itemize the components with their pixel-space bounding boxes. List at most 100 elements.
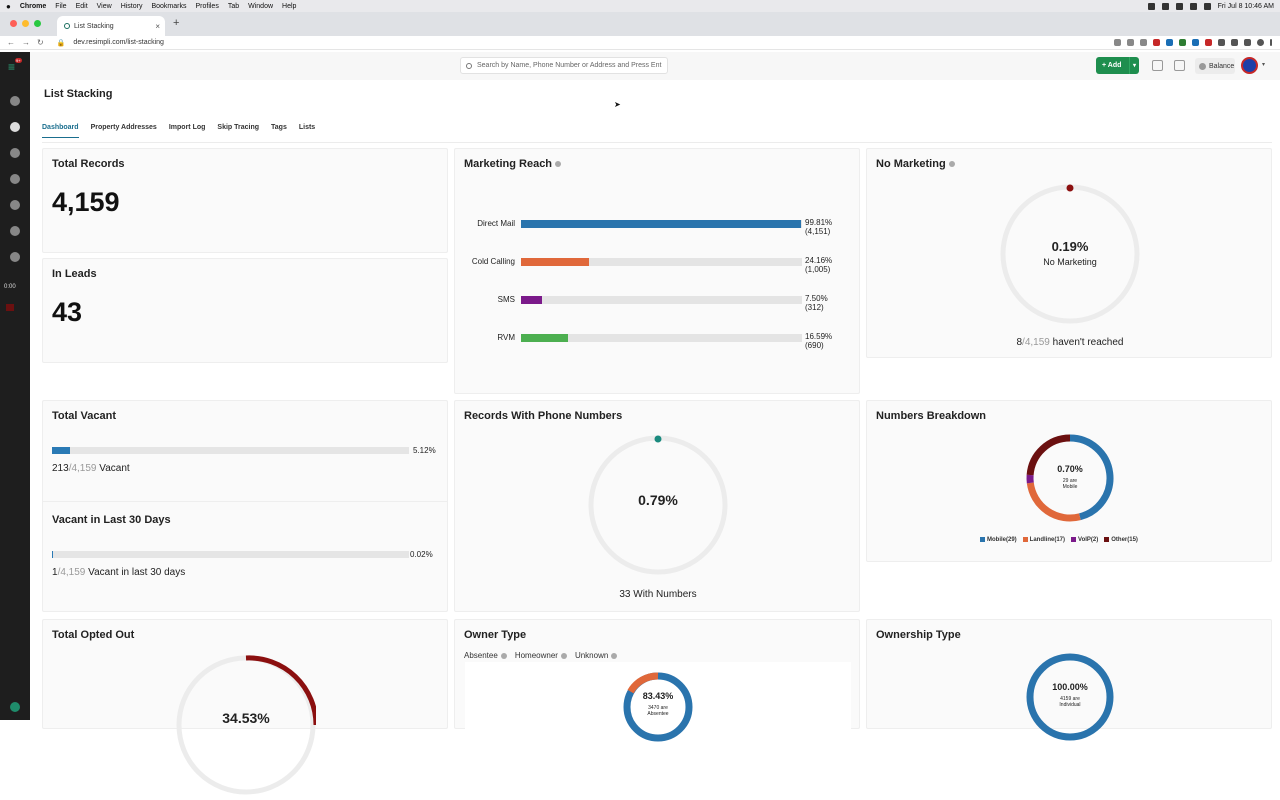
sidebar-dashboard-icon[interactable] — [10, 96, 20, 106]
browser-tab[interactable]: List Stacking × — [57, 16, 165, 36]
sidebar-users-icon[interactable] — [10, 226, 20, 236]
info-icon[interactable] — [555, 161, 561, 167]
tab-skip-tracing[interactable]: Skip Tracing — [217, 124, 259, 138]
reach-row: Cold Calling 24.16%(1,005) — [455, 254, 855, 282]
info-icon[interactable] — [561, 653, 567, 659]
sidebar-settings-icon[interactable] — [10, 252, 20, 262]
menu-edit[interactable]: Edit — [76, 3, 88, 10]
menu-help[interactable]: Help — [282, 3, 296, 10]
wifi-icon[interactable] — [1190, 3, 1197, 10]
new-tab-icon[interactable]: + — [173, 17, 179, 29]
reach-row: RVM 16.59%(690) — [455, 330, 855, 358]
more-icon[interactable] — [1270, 39, 1272, 46]
tab-property-addresses[interactable]: Property Addresses — [91, 124, 157, 138]
card-title: Total Records — [52, 158, 125, 170]
reach-value: 24.16%(1,005) — [805, 256, 832, 274]
menu-app[interactable]: Chrome — [20, 3, 46, 10]
total: /4,159 — [1022, 337, 1050, 348]
sidebar-tasks-icon[interactable] — [10, 200, 20, 210]
info-icon[interactable] — [949, 161, 955, 167]
menu-bookmarks[interactable]: Bookmarks — [151, 3, 186, 10]
close-tab-icon[interactable]: × — [155, 22, 160, 31]
donut-sub: Individual — [1025, 702, 1115, 708]
in-leads-value: 43 — [52, 297, 82, 328]
maximize-window-icon[interactable] — [34, 20, 41, 27]
reload-icon[interactable]: ↻ — [37, 38, 44, 47]
vacant30-summary: 1/4,159 Vacant in last 30 days — [52, 567, 185, 578]
reach-row: SMS 7.50%(312) — [455, 292, 855, 320]
extension-icon[interactable] — [1166, 39, 1173, 46]
back-icon[interactable]: ← — [7, 38, 15, 47]
battery-icon[interactable] — [1204, 3, 1211, 10]
legend-item[interactable]: Landline(17) — [1023, 537, 1065, 543]
sidebar-home-icon[interactable] — [10, 174, 20, 184]
ownership-type-card: Ownership Type 100.00% 4159 are Individu… — [866, 619, 1272, 729]
extension-icon[interactable] — [1179, 39, 1186, 46]
avatar[interactable] — [1241, 57, 1258, 74]
calendar-icon[interactable] — [1174, 60, 1185, 71]
global-search-input[interactable]: Search by Name, Phone Number or Address … — [460, 57, 668, 74]
extension-icon[interactable] — [1218, 39, 1225, 46]
info-icon[interactable] — [611, 653, 617, 659]
ring-sub: No Marketing — [1000, 257, 1140, 267]
legend-label: Landline(17) — [1030, 537, 1065, 543]
tab-lists[interactable]: Lists — [299, 124, 315, 138]
share-icon[interactable] — [1114, 39, 1121, 46]
balance-label: Balance — [1209, 63, 1234, 70]
url-field[interactable]: dev.resimpli.com/list-stacking — [73, 39, 164, 46]
card-title: Numbers Breakdown — [876, 410, 986, 422]
menu-file[interactable]: File — [55, 3, 66, 10]
lock-icon[interactable]: 🔒 — [57, 39, 66, 47]
reach-pct: 16.59% — [805, 332, 832, 341]
legend-item[interactable]: Mobile(29) — [980, 537, 1017, 543]
clock[interactable]: Fri Jul 8 10:46 AM — [1218, 3, 1274, 10]
opted-out-ring: 34.53% — [176, 655, 316, 795]
extension-icon[interactable] — [1192, 39, 1199, 46]
help-chat-icon[interactable] — [10, 702, 20, 712]
legend-item[interactable]: Other(15) — [1104, 537, 1138, 543]
status-icons: Fri Jul 8 10:46 AM — [1148, 3, 1274, 10]
legend-swatch — [1023, 537, 1028, 542]
extension-icon[interactable] — [1153, 39, 1160, 46]
donut-homeowner — [631, 676, 658, 692]
forward-icon[interactable]: → — [22, 38, 30, 47]
legend-item[interactable]: VoIP(2) — [1071, 537, 1098, 543]
zoom-icon[interactable] — [1127, 39, 1134, 46]
chevron-down-icon[interactable]: ▾ — [1262, 61, 1265, 68]
sidebar-marketing-icon[interactable] — [10, 122, 20, 132]
count: 213 — [52, 463, 69, 474]
apple-icon[interactable]: ● — [6, 2, 11, 11]
menu-tab[interactable]: Tab — [228, 3, 239, 10]
star-icon[interactable] — [1140, 39, 1147, 46]
card-title: Marketing Reach — [464, 158, 561, 170]
tab-tags[interactable]: Tags — [271, 124, 287, 138]
filter-unknown[interactable]: Unknown — [575, 651, 617, 660]
extension-icon[interactable] — [1205, 39, 1212, 46]
close-window-icon[interactable] — [10, 20, 17, 27]
sidebar-leads-icon[interactable] — [10, 148, 20, 158]
profile-icon[interactable] — [1257, 39, 1264, 46]
tab-dashboard[interactable]: Dashboard — [42, 124, 79, 138]
balance-button[interactable]: Balance — [1195, 58, 1235, 74]
chevron-down-icon[interactable]: ▾ — [1129, 57, 1139, 74]
menu-history[interactable]: History — [121, 3, 143, 10]
menu-view[interactable]: View — [97, 3, 112, 10]
menu-profiles[interactable]: Profiles — [195, 3, 218, 10]
record-icon[interactable] — [6, 304, 14, 311]
puzzle-icon[interactable] — [1231, 39, 1238, 46]
filter-absentee[interactable]: Absentee — [464, 651, 507, 660]
star-icon[interactable] — [1152, 60, 1163, 71]
add-button[interactable]: + Add ▾ — [1096, 57, 1139, 74]
status-icon[interactable] — [1148, 3, 1155, 10]
info-icon[interactable] — [501, 653, 507, 659]
sidepanel-icon[interactable] — [1244, 39, 1251, 46]
total: /4,159 — [69, 463, 97, 474]
status-icon[interactable] — [1162, 3, 1169, 10]
filter-homeowner[interactable]: Homeowner — [515, 651, 567, 660]
tab-import-log[interactable]: Import Log — [169, 124, 206, 138]
browser-tab-bar: List Stacking × + — [0, 12, 1280, 36]
status-icon[interactable] — [1176, 3, 1183, 10]
menu-window[interactable]: Window — [248, 3, 273, 10]
reach-label: RVM — [497, 333, 515, 342]
minimize-window-icon[interactable] — [22, 20, 29, 27]
